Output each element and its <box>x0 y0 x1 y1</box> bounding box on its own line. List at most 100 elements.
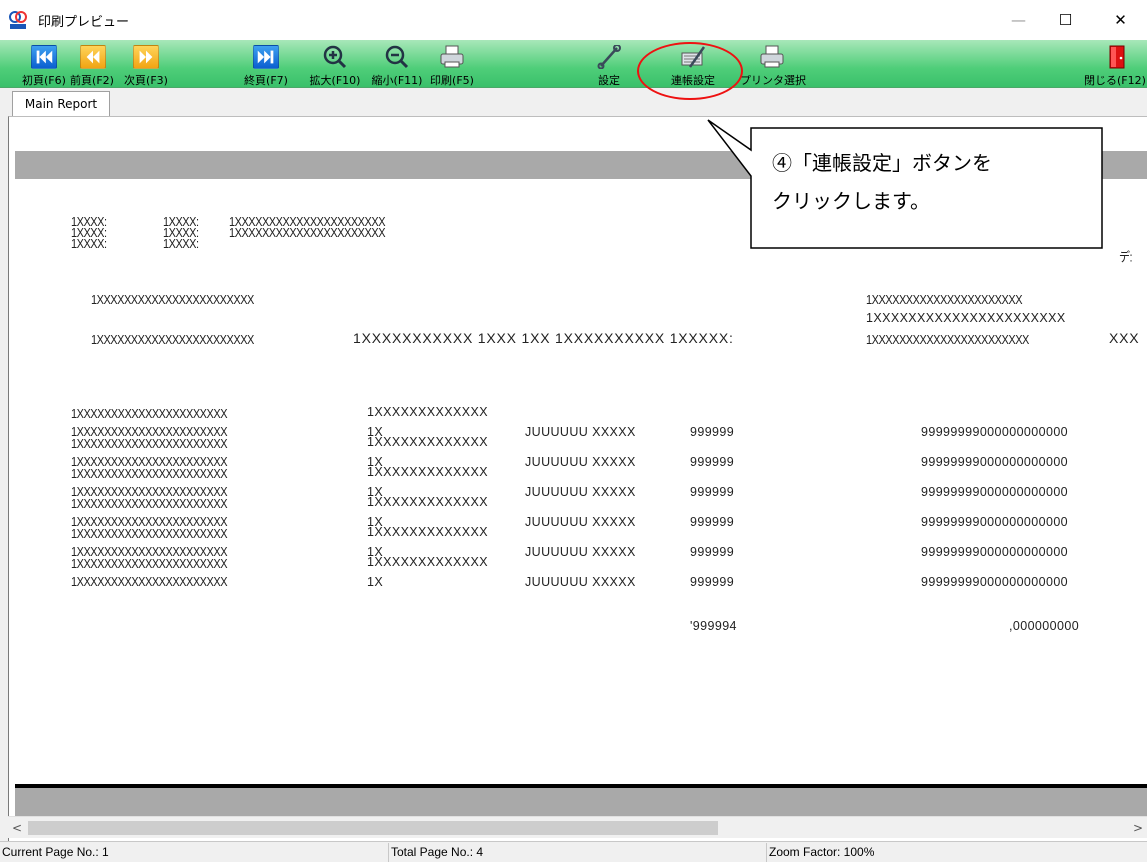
header-col1-line3: 1XXXX: <box>71 237 107 252</box>
previous-page-button[interactable]: 前頁(F2) <box>68 40 116 88</box>
report-page: 1XXXX: 1XXXX: 1XXXX: 1XXXX: 1XXXX: 1XXXX… <box>15 179 1147 784</box>
zoom-factor-status: Zoom Factor: 100% <box>766 843 1147 862</box>
last-page-button[interactable]: 終頁(F7) <box>242 40 290 88</box>
total-qty: '999994 <box>690 619 737 633</box>
scroll-left-button[interactable]: < <box>8 817 26 839</box>
next-page-icon <box>133 45 159 69</box>
last-page-label: 終頁(F7) <box>244 74 288 87</box>
title-bar: 印刷プレビュー — ☐ ✕ <box>0 0 1147 40</box>
zoom-out-icon <box>385 45 409 69</box>
row-code: 1XXXXXXXXXXXXX <box>367 435 488 449</box>
header-col2-line3: 1XXXX: <box>163 237 199 252</box>
row-amount: 99999999000000000000 <box>921 425 1069 439</box>
row-name-a: 1XXXXXXXXXXXXXXXXXXXXXX <box>71 497 228 512</box>
row-name-a: 1XXXXXXXXXXXXXXXXXXXXXX <box>71 467 228 482</box>
settings-button[interactable]: 設定 <box>589 40 629 88</box>
tab-strip: Main Report <box>0 89 1147 117</box>
row-code: 1XXXXXXXXXXXXX <box>367 555 488 569</box>
row-unit: JUUUUUU XXXXX <box>525 575 636 589</box>
header-col3-line2: 1XXXXXXXXXXXXXXXXXXXXXX <box>229 226 386 241</box>
report-viewport[interactable]: 1XXXX: 1XXXX: 1XXXX: 1XXXX: 1XXXX: 1XXXX… <box>8 116 1147 842</box>
callout-text: ④「連帳設定」ボタンを クリックします。 <box>772 144 1102 220</box>
address-right-3: 1XXXXXXXXXXXXXXXXXXXXXXX <box>866 333 1029 348</box>
previous-page-icon <box>80 45 106 69</box>
print-preview-window: 印刷プレビュー — ☐ ✕ 初頁(F6) 前頁(F2) 次頁(F3) 終頁(F7… <box>0 0 1147 862</box>
row-qty: 999999 <box>690 425 735 439</box>
first-page-icon <box>31 45 57 69</box>
row-code: 1XXXXXXXXXXXXX <box>367 405 488 419</box>
first-page-label: 初頁(F6) <box>22 74 66 87</box>
address-right-edge: XXX <box>1109 330 1140 346</box>
scroll-thumb[interactable] <box>28 821 718 835</box>
row-unit: JUUUUUU XXXXX <box>525 545 636 559</box>
header-right-label: デ: <box>1119 250 1133 265</box>
printer-select-icon <box>760 45 784 68</box>
row-qty: 999999 <box>690 545 735 559</box>
wrench-icon <box>597 45 621 69</box>
page-margin-bottom <box>15 784 1147 816</box>
row-code2: 1X <box>367 575 384 589</box>
row-code: 1XXXXXXXXXXXXX <box>367 525 488 539</box>
close-window-button[interactable]: ✕ <box>1097 0 1144 40</box>
total-amount: ,000000000 <box>1009 619 1080 633</box>
address-right-2: 1XXXXXXXXXXXXXXXXXXXXXX <box>866 311 1066 325</box>
row-qty: 999999 <box>690 575 735 589</box>
current-page-status: Current Page No.: 1 <box>2 845 109 859</box>
row-unit: JUUUUUU XXXXX <box>525 515 636 529</box>
window-title: 印刷プレビュー <box>38 15 130 30</box>
exit-door-icon <box>1109 45 1125 69</box>
highlight-circle <box>637 42 743 100</box>
row-amount: 99999999000000000000 <box>921 455 1069 469</box>
zoom-out-label: 縮小(F11) <box>371 74 423 87</box>
minimize-button[interactable]: — <box>995 0 1042 40</box>
maximize-button[interactable]: ☐ <box>1042 0 1089 40</box>
printer-icon <box>440 45 464 68</box>
tab-main-report[interactable]: Main Report <box>12 91 110 117</box>
row-unit: JUUUUUU XXXXX <box>525 425 636 439</box>
callout-line-1: ④「連帳設定」ボタンを <box>772 151 992 175</box>
total-page-status: Total Page No.: 4 <box>388 843 763 862</box>
row-amount: 99999999000000000000 <box>921 575 1069 589</box>
first-page-button[interactable]: 初頁(F6) <box>22 40 66 88</box>
zoom-in-label: 拡大(F10) <box>309 74 361 87</box>
print-button[interactable]: 印刷(F5) <box>425 40 479 88</box>
address-left-2: 1XXXXXXXXXXXXXXXXXXXXXXX <box>91 333 254 348</box>
toolbar: 初頁(F6) 前頁(F2) 次頁(F3) 終頁(F7) 拡大(F10) 縮小(F… <box>0 40 1147 88</box>
next-page-label: 次頁(F3) <box>124 74 168 87</box>
zoom-in-icon <box>323 45 347 69</box>
row-code: 1XXXXXXXXXXXXX <box>367 465 488 479</box>
row-name-a: 1XXXXXXXXXXXXXXXXXXXXXX <box>71 407 228 422</box>
address-middle: 1XXXXXXXXXXX 1XXX 1XX 1XXXXXXXXXX 1XXXXX… <box>353 330 734 346</box>
address-left-1: 1XXXXXXXXXXXXXXXXXXXXXXX <box>91 293 254 308</box>
zoom-out-button[interactable]: 縮小(F11) <box>370 40 424 88</box>
row-amount: 99999999000000000000 <box>921 545 1069 559</box>
close-preview-label: 閉じる(F12) <box>1084 74 1146 87</box>
row-unit: JUUUUUU XXXXX <box>525 485 636 499</box>
row-name-a: 1XXXXXXXXXXXXXXXXXXXXXX <box>71 527 228 542</box>
row-name-b: 1XXXXXXXXXXXXXXXXXXXXXX <box>71 575 228 590</box>
printer-select-label: プリンタ選択 <box>740 74 806 87</box>
row-name-a: 1XXXXXXXXXXXXXXXXXXXXXX <box>71 557 228 572</box>
row-qty: 999999 <box>690 455 735 469</box>
status-bar: Current Page No.: 1 Total Page No.: 4 Zo… <box>0 841 1147 862</box>
last-page-icon <box>253 45 279 69</box>
row-amount: 99999999000000000000 <box>921 515 1069 529</box>
row-qty: 999999 <box>690 515 735 529</box>
horizontal-scrollbar[interactable]: < > <box>8 816 1147 838</box>
scroll-right-button[interactable]: > <box>1129 817 1147 839</box>
callout-line-2: クリックします。 <box>772 189 930 213</box>
row-unit: JUUUUUU XXXXX <box>525 455 636 469</box>
print-label: 印刷(F5) <box>430 74 474 87</box>
row-name-a: 1XXXXXXXXXXXXXXXXXXXXXX <box>71 437 228 452</box>
next-page-button[interactable]: 次頁(F3) <box>122 40 170 88</box>
zoom-in-button[interactable]: 拡大(F10) <box>308 40 362 88</box>
row-qty: 999999 <box>690 485 735 499</box>
row-amount: 99999999000000000000 <box>921 485 1069 499</box>
printer-select-button[interactable]: プリンタ選択 <box>735 40 811 88</box>
previous-page-label: 前頁(F2) <box>70 74 114 87</box>
settings-label: 設定 <box>598 74 620 87</box>
close-preview-button[interactable]: 閉じる(F12) <box>1084 40 1146 88</box>
row-code: 1XXXXXXXXXXXXX <box>367 495 488 509</box>
app-logo-icon <box>9 11 27 29</box>
address-right-1: 1XXXXXXXXXXXXXXXXXXXXXX <box>866 293 1023 308</box>
